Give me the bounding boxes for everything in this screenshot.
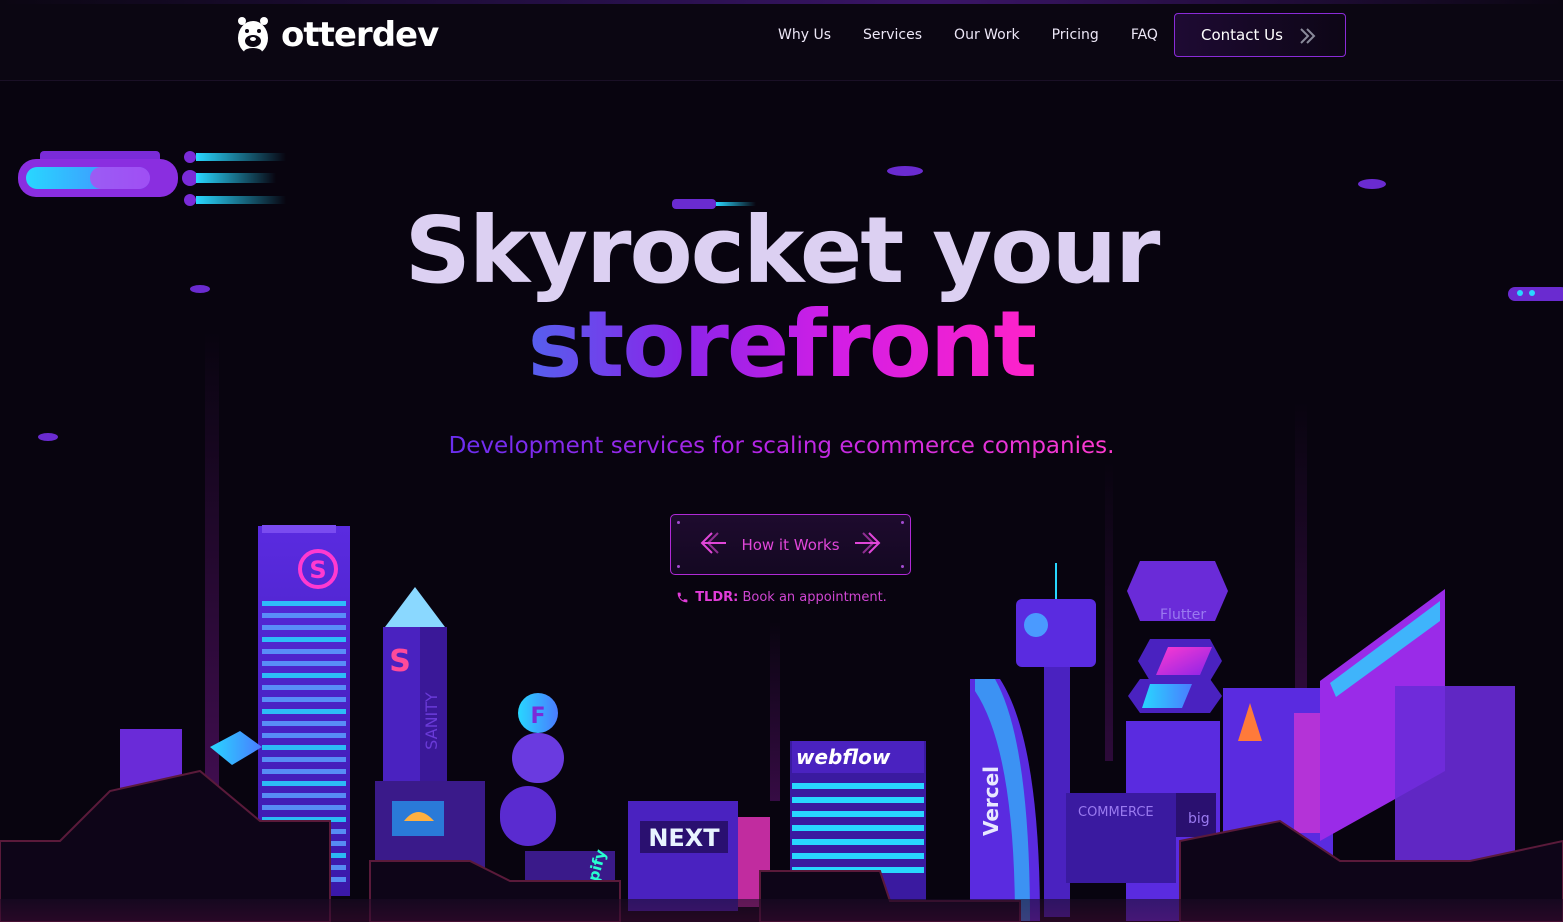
tldr-prefix: TLDR: <box>695 590 739 605</box>
svg-text:F: F <box>530 704 545 729</box>
tower-window-stripe <box>262 793 346 798</box>
corner-dot <box>677 521 680 524</box>
tower-svelte <box>258 525 350 896</box>
tower-window-stripe <box>262 733 346 738</box>
tower-window-stripe <box>262 613 346 618</box>
brand-logo[interactable]: otterdev <box>233 13 439 57</box>
tower-window-stripe <box>262 781 346 786</box>
svg-text:webflow: webflow <box>796 745 891 769</box>
corner-dot <box>901 521 904 524</box>
how-it-works-label: How it Works <box>741 535 840 554</box>
nav-services[interactable]: Services <box>863 24 922 46</box>
hero-subtitle: Development services for scaling ecommer… <box>0 430 1563 462</box>
nav-our-work[interactable]: Our Work <box>954 24 1020 46</box>
tower-window-stripe <box>262 637 346 642</box>
tower-window-stripe <box>262 877 346 882</box>
tower-window-stripe <box>262 709 346 714</box>
tower-window-stripe <box>262 805 346 810</box>
phone-icon <box>676 591 689 611</box>
hero-subtitle-text: Development services for scaling ecommer… <box>448 433 1115 459</box>
svg-text:Vercel: Vercel <box>979 766 1003 836</box>
contact-us-label: Contact Us <box>1201 26 1283 44</box>
nav-why-us[interactable]: Why Us <box>778 24 831 46</box>
svg-text:COMMERCE: COMMERCE <box>1078 805 1154 820</box>
nav-pricing[interactable]: Pricing <box>1052 24 1099 46</box>
tower-window-stripe <box>262 841 346 846</box>
tower-window-stripe <box>262 685 346 690</box>
site-header: otterdev Why Us Services Our Work Pricin… <box>0 0 1563 81</box>
contact-us-button[interactable]: Contact Us <box>1174 13 1346 57</box>
brand-name: otterdev <box>281 15 439 55</box>
tower-window-stripe <box>262 673 346 678</box>
double-chevron-right-icon <box>1299 27 1317 49</box>
tldr-text: Book an appointment. <box>742 590 887 605</box>
hero-title-highlight: storefront <box>527 291 1038 398</box>
tower-window-stripe <box>262 649 346 654</box>
tower-window-stripe <box>262 769 346 774</box>
svg-text:shopify: shopify <box>576 847 610 912</box>
tower-window-stripe <box>262 661 346 666</box>
tower-window-stripe <box>262 697 346 702</box>
corner-dot <box>901 565 904 568</box>
tower-window-stripe <box>262 865 346 870</box>
tldr-link[interactable]: TLDR: Book an appointment. <box>0 588 1563 611</box>
otter-icon <box>233 13 273 57</box>
svg-text:NEXT: NEXT <box>648 824 720 852</box>
svg-text:SANITY: SANITY <box>422 692 441 750</box>
hero-title-line2: storefront <box>0 290 1563 400</box>
svg-text:S: S <box>389 644 411 679</box>
corner-dot <box>677 565 680 568</box>
main-nav: Why Us Services Our Work Pricing FAQ <box>760 24 1190 46</box>
tower-window-stripe <box>262 625 346 630</box>
svg-text:big: big <box>1188 811 1210 827</box>
arrow-left-icon <box>699 531 727 559</box>
arrow-right-icon <box>854 531 882 559</box>
how-it-works-button[interactable]: How it Works <box>670 514 911 575</box>
tower-window-stripe <box>262 853 346 858</box>
tower-window-stripe <box>262 829 346 834</box>
tower-window-stripe <box>262 757 346 762</box>
tower-window-stripe <box>262 817 346 822</box>
tower-window-stripe <box>262 745 346 750</box>
tower-window-stripe <box>262 721 346 726</box>
nav-faq[interactable]: FAQ <box>1131 24 1158 46</box>
svg-text:S: S <box>309 556 326 584</box>
